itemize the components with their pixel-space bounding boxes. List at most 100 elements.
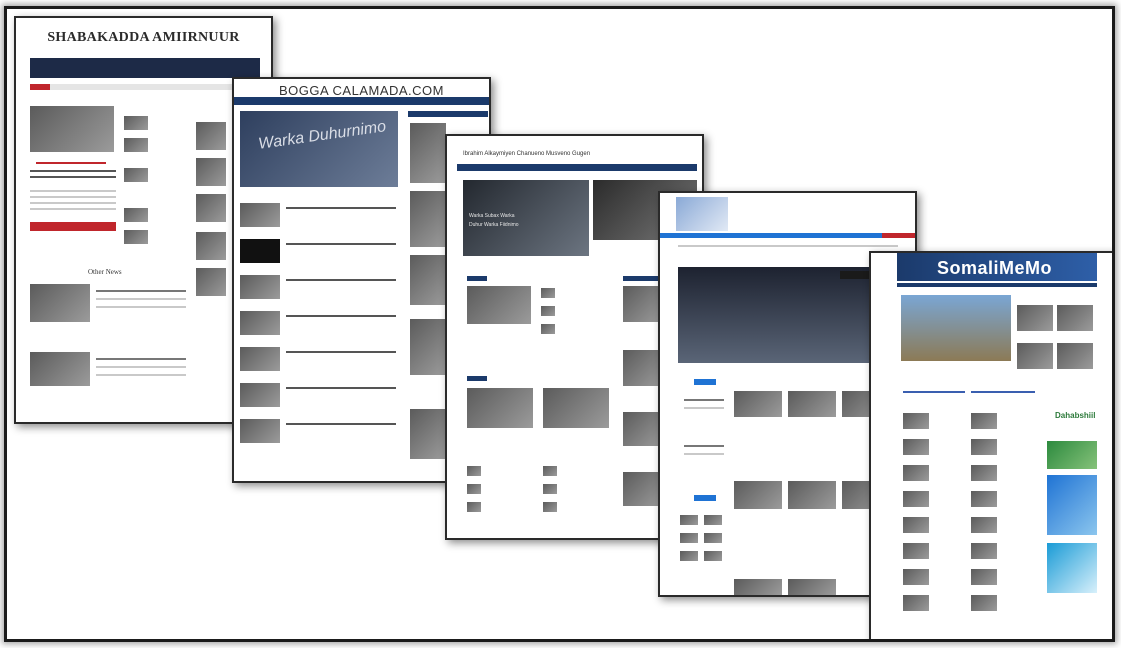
text-line [30,196,116,198]
thumb [543,484,557,494]
text-line [971,391,1035,393]
thumb [124,208,148,222]
nav-bar [457,164,697,171]
thumb [543,466,557,476]
thumb [240,239,280,263]
thumb [680,515,698,525]
thumb [971,413,997,429]
thumb [543,388,609,428]
text-line [286,387,396,389]
text-line [96,298,186,300]
feature-text: Warka Subax Warka Duhur Warka Fiidnimo [469,213,519,228]
site-title: BOGGA CALAMADA.COM [278,83,445,98]
thumb [788,391,836,417]
thumb [971,543,997,559]
text-line [684,445,724,447]
section-heading: Other News [88,268,122,276]
thumb [903,465,929,481]
thumb [903,491,929,507]
thumb [196,232,226,260]
feature-image [678,267,884,363]
thumb [196,268,226,296]
nav-bar [30,58,260,78]
thumb [124,116,148,130]
thumb [903,413,929,429]
thumb [467,466,481,476]
thumb [903,439,929,455]
headline-line [36,162,106,164]
text-line [684,399,724,401]
site-title: SomaliMeMo [937,258,1053,278]
feature-image [30,106,114,152]
thumb [1017,343,1053,369]
text-line [286,423,396,425]
thumb [680,551,698,561]
text-line [286,207,396,209]
headline-line [30,170,116,172]
text-line [96,366,186,368]
screenshot-collage: SHABAKADDA AMIIRNUUR Other News BOGGA CA… [4,6,1115,642]
thumb [1057,343,1093,369]
thumb [467,484,481,494]
thumb [240,383,280,407]
text-line [684,453,724,455]
thumb [240,275,280,299]
thumb [124,138,148,152]
thumb [410,255,446,305]
text-line [30,202,116,204]
thumb [971,439,997,455]
thumb [704,533,722,543]
thumb [903,517,929,533]
text-line [684,407,724,409]
text-line [286,279,396,281]
thumb [240,203,280,227]
thumb [971,569,997,585]
thumb [788,579,836,595]
read-more-button[interactable] [30,222,116,231]
thumb [410,319,446,375]
thumb [623,472,663,506]
text-line [96,358,186,360]
nav-accent [882,233,915,238]
nav-bar [234,97,489,105]
thumb [240,347,280,371]
thumb [704,551,722,561]
thumb [541,306,555,316]
text-line [286,243,396,245]
thumb [734,481,782,509]
thumb [240,419,280,443]
thumb [971,517,997,533]
sidebar-header [408,111,488,117]
thumb [734,579,782,595]
news-image [30,284,90,322]
site-title: Ibrahim Alkaymiyen Chanueno Musveno Guge… [463,151,591,157]
section-label [694,379,716,385]
news-image [30,352,90,386]
nav-bar [897,283,1097,287]
thumb [1057,305,1093,331]
thumb [680,533,698,543]
text-line [96,290,186,292]
thumb [467,388,533,428]
headline-line [30,176,116,178]
thumb [196,158,226,186]
thumb [541,288,555,298]
thumb [467,502,481,512]
text-line [96,374,186,376]
thumb [623,286,663,322]
thumb [541,324,555,334]
text-line [30,190,116,192]
section-label [694,495,716,501]
thumb [543,502,557,512]
text-line [30,208,116,210]
thumb [903,595,929,611]
thumb [734,391,782,417]
site-title: SHABAKADDA AMIIRNUUR [47,30,240,45]
section-label [467,376,487,381]
thumb [196,122,226,150]
ticker-label [30,84,50,90]
ad-banner [1047,543,1097,593]
text-line [286,315,396,317]
thumb [467,286,531,324]
thumb [124,168,148,182]
